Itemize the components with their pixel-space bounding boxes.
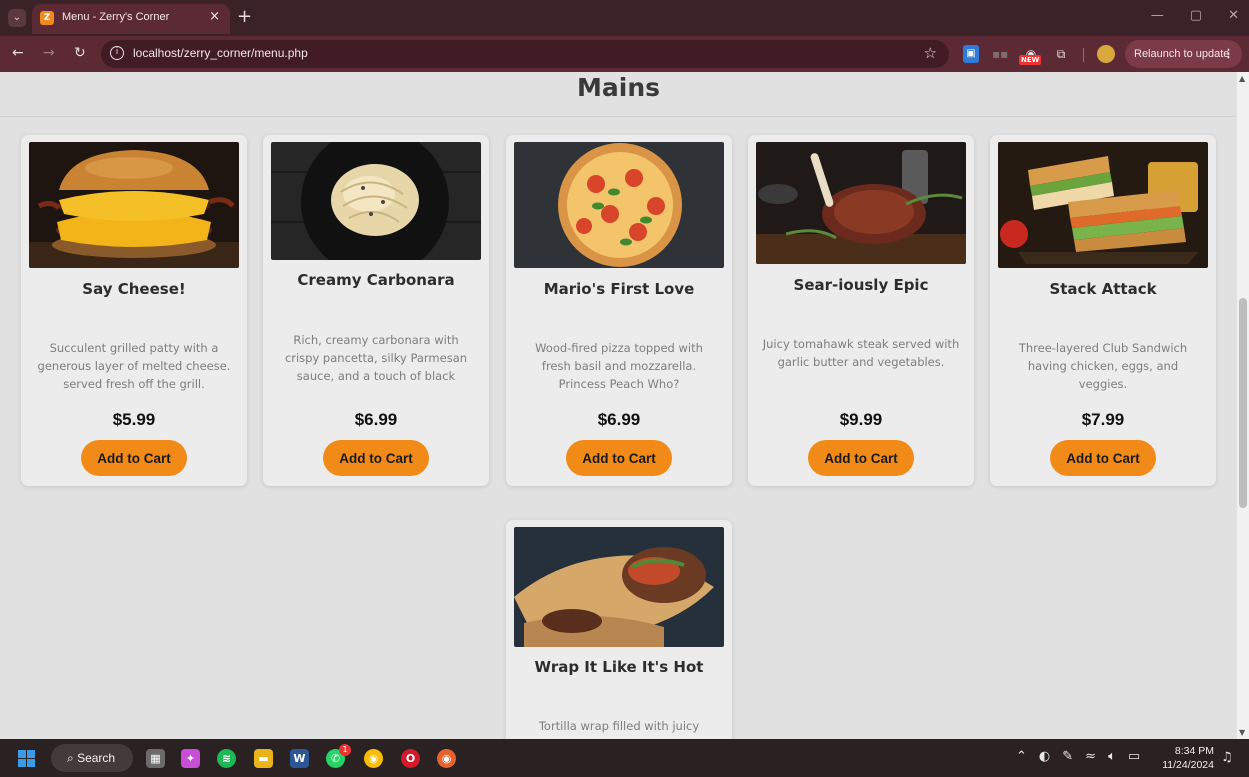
spotify-icon[interactable]: ≋ [217, 749, 236, 768]
item-price: $9.99 [839, 410, 883, 429]
windows-start-icon[interactable] [18, 750, 35, 767]
item-description: Juicy tomahawk steak served with garlic … [762, 337, 960, 369]
browser-toolbar: ← → ↻ i localhost/zerry_corner/menu.php … [0, 36, 1249, 72]
taskbar-clock[interactable]: 8:34 PM 11/24/2024 [1158, 744, 1214, 772]
clock-time: 8:34 PM [1174, 745, 1214, 757]
menu-card-sear-iously-epic: Sear-iously Epic Juicy tomahawk steak se… [748, 135, 974, 486]
windows-taskbar: ⌕ Search ▦ ✦ ≋ ▬ W ✆ 1 ◉ O ◉ ⌃ ◐ ✎ ≈ 🔈︎ … [0, 739, 1249, 777]
copilot-icon[interactable]: ✦ [181, 749, 200, 768]
tab-title: Menu - Zerry's Corner [62, 11, 170, 23]
file-explorer-icon[interactable]: ▬ [254, 749, 273, 768]
browser-tab-menu[interactable]: Z Menu - Zerry's Corner × [32, 4, 230, 34]
window-controls: — ▢ ✕ [1151, 8, 1239, 23]
food-image-steak [756, 142, 966, 264]
extension-translate-icon[interactable]: ▣ [963, 45, 979, 63]
add-to-cart-button[interactable]: Add to Cart [566, 440, 672, 476]
volume-icon[interactable]: 🔈︎ [1108, 749, 1116, 764]
site-favicon-icon: Z [40, 11, 54, 25]
new-tab-plus-icon[interactable]: + [237, 6, 252, 27]
item-name: Mario's First Love [543, 280, 695, 298]
pen-icon[interactable]: ✎ [1062, 749, 1073, 764]
item-name: Wrap It Like It's Hot [534, 658, 704, 676]
chrome-icon[interactable]: ◉ [364, 749, 383, 768]
item-name: Sear-iously Epic [793, 276, 929, 294]
item-name: Creamy Carbonara [297, 271, 455, 289]
add-to-cart-button[interactable]: Add to Cart [1050, 440, 1156, 476]
relaunch-label: Relaunch to update [1134, 48, 1230, 60]
food-image-sandwich [998, 142, 1208, 268]
word-icon[interactable]: W [290, 749, 309, 768]
taskbar-search-label: Search [77, 751, 116, 765]
restore-icon[interactable]: ▢ [1190, 8, 1202, 23]
item-price: $5.99 [112, 410, 156, 429]
food-image-burger [29, 142, 239, 268]
menu-card-wrap-it-like-its-hot: Wrap It Like It's Hot Tortilla wrap fill… [506, 520, 732, 739]
opera-icon[interactable]: O [401, 749, 420, 768]
menu-card-marios-first-love: Mario's First Love Wood-fired pizza topp… [506, 135, 732, 486]
browser-tab-bar: ⌄ Z Menu - Zerry's Corner × + — ▢ ✕ [0, 0, 1249, 36]
menu-card-stack-attack: Stack Attack Three-layered Club Sandwich… [990, 135, 1216, 486]
extension-dots-icon[interactable]: ▪▪ [992, 45, 1008, 63]
food-image-pasta [271, 142, 481, 260]
item-price: $7.99 [1081, 410, 1125, 429]
scroll-thumb[interactable] [1239, 298, 1247, 508]
back-arrow-icon[interactable]: ← [12, 45, 24, 61]
whatsapp-badge: 1 [339, 744, 351, 756]
item-name: Stack Attack [1049, 280, 1157, 298]
item-price: $6.99 [597, 410, 641, 429]
search-icon: ⌕ [67, 751, 78, 765]
add-to-cart-button[interactable]: Add to Cart [81, 440, 187, 476]
page-scrollbar[interactable]: ▲ ▼ [1237, 72, 1249, 739]
item-description: Succulent grilled patty with a generous … [37, 341, 231, 391]
menu-card-say-cheese: Say Cheese! Succulent grilled patty with… [21, 135, 247, 486]
item-name: Say Cheese! [82, 280, 186, 298]
toolbar-divider [1083, 48, 1084, 62]
menu-card-creamy-carbonara: Creamy Carbonara Rich, creamy carbonara … [263, 135, 489, 486]
food-image-wrap [514, 527, 724, 647]
tab-close-icon[interactable]: × [209, 9, 220, 24]
battery-icon[interactable]: ▭ [1128, 749, 1140, 764]
item-price: $6.99 [354, 410, 398, 429]
item-description: Three-layered Club Sandwich having chick… [1018, 341, 1188, 391]
section-divider [0, 116, 1237, 117]
scroll-down-arrow-icon[interactable]: ▼ [1239, 728, 1245, 737]
add-to-cart-button[interactable]: Add to Cart [323, 440, 429, 476]
tray-app-icon[interactable]: ◐ [1039, 749, 1050, 764]
item-description: Tortilla wrap filled with juicy [538, 719, 700, 733]
page-viewport: Mains Say Cheese! Succulent grilled patt… [0, 72, 1249, 739]
clock-date: 11/24/2024 [1162, 759, 1214, 771]
reload-icon[interactable]: ↻ [74, 45, 86, 61]
minimize-icon[interactable]: — [1151, 8, 1164, 23]
chrome-canary-icon[interactable]: ◉ [437, 749, 456, 768]
url-text[interactable]: localhost/zerry_corner/menu.php [133, 46, 308, 60]
extensions-puzzle-icon[interactable]: ⧉ [1053, 45, 1069, 63]
task-view-icon[interactable]: ▦ [146, 749, 165, 768]
extension-new-badge: NEW [1019, 55, 1042, 65]
profile-avatar[interactable] [1097, 45, 1115, 63]
address-bar[interactable]: i localhost/zerry_corner/menu.php ☆ [101, 40, 949, 68]
food-image-pizza [514, 142, 724, 268]
tab-search-chevron-icon[interactable]: ⌄ [8, 9, 26, 27]
taskbar-search-button[interactable]: ⌕ Search [51, 744, 133, 772]
item-description: Wood-fired pizza topped with fresh basil… [535, 341, 703, 391]
tray-overflow-chevron-icon[interactable]: ⌃ [1016, 749, 1027, 764]
scroll-up-arrow-icon[interactable]: ▲ [1239, 74, 1245, 83]
bookmark-star-icon[interactable]: ☆ [924, 44, 937, 62]
wifi-icon[interactable]: ≈ [1085, 749, 1096, 764]
section-title: Mains [577, 73, 660, 102]
more-menu-icon[interactable]: ⋮ [1223, 40, 1234, 68]
forward-arrow-icon[interactable]: → [43, 45, 55, 61]
system-tray: ⌃ ◐ ✎ ≈ 🔈︎ ▭ [1016, 749, 1140, 764]
site-info-icon[interactable]: i [110, 46, 124, 60]
item-description: Rich, creamy carbonara with crispy pance… [284, 333, 468, 383]
add-to-cart-button[interactable]: Add to Cart [808, 440, 914, 476]
window-close-icon[interactable]: ✕ [1228, 8, 1239, 23]
notification-bell-icon[interactable]: ♫ [1221, 750, 1233, 765]
relaunch-to-update-button[interactable]: Relaunch to update ⋮ [1125, 40, 1242, 68]
